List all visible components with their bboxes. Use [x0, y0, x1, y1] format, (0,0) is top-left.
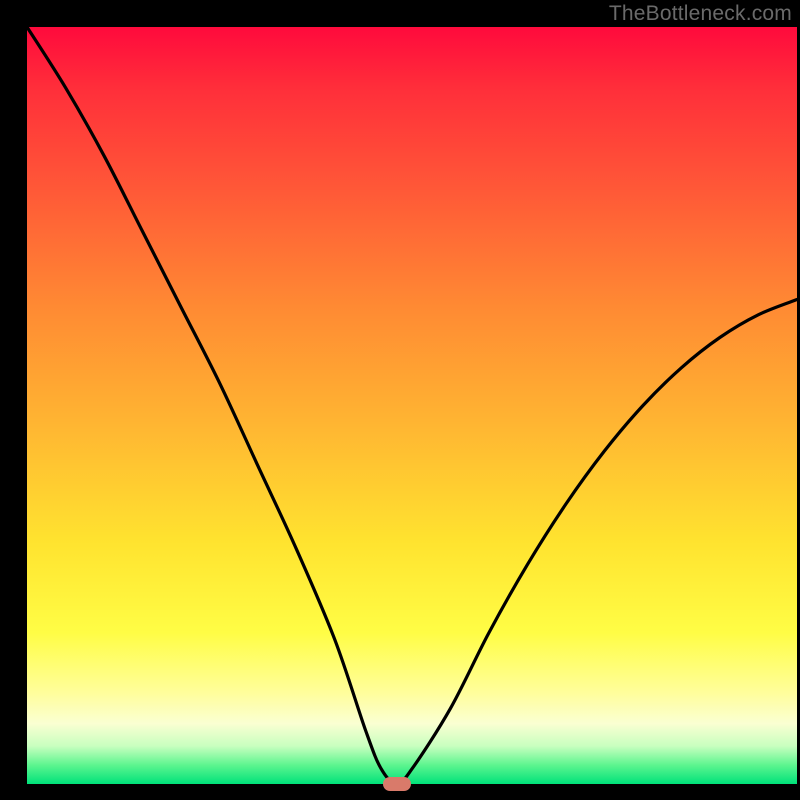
curve-path — [27, 27, 797, 784]
plot-area — [27, 27, 797, 784]
bottleneck-curve — [27, 27, 797, 784]
min-marker — [383, 777, 411, 791]
chart-frame: TheBottleneck.com — [0, 0, 800, 800]
watermark-text: TheBottleneck.com — [609, 2, 792, 26]
